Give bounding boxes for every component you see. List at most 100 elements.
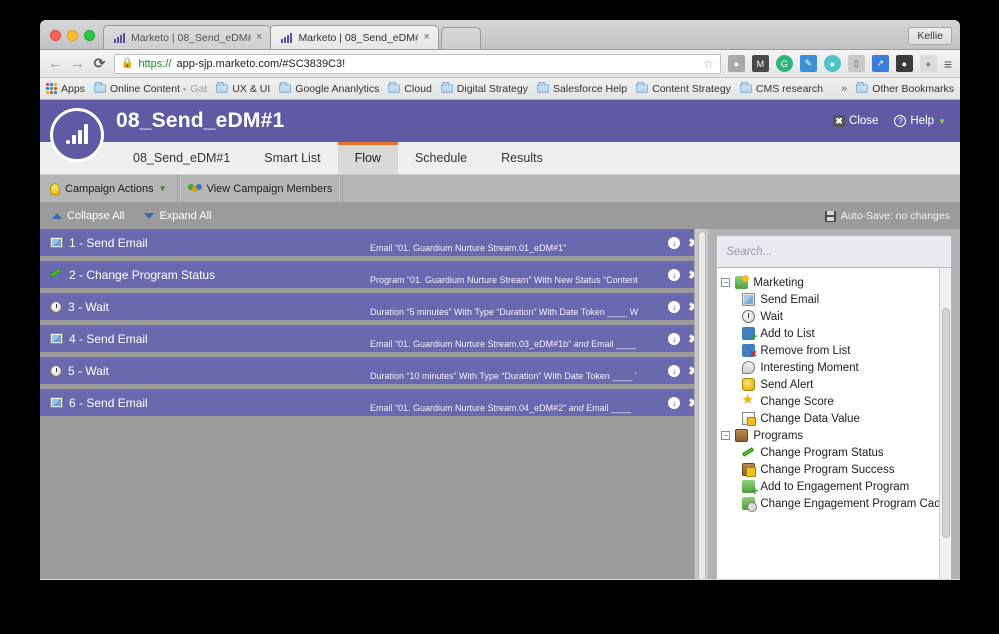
profile-chip[interactable]: Kellie	[908, 27, 952, 45]
programs-folder-icon	[735, 429, 749, 442]
palette-item-change-program-success[interactable]: Change Program Success	[717, 461, 951, 478]
tab-results[interactable]: Results	[484, 142, 560, 174]
tab-schedule[interactable]: Schedule	[398, 142, 484, 174]
folder-icon	[636, 82, 649, 93]
bookmark-google-analytics[interactable]: Google Ananlytics	[279, 82, 379, 95]
collapse-expander-icon[interactable]: −	[721, 278, 731, 287]
flow-pane-scrollbar-thumb[interactable]	[698, 231, 707, 579]
maximize-window-button[interactable]	[84, 30, 95, 41]
browser-tab-2-close-icon[interactable]: ×	[423, 32, 429, 43]
clock-icon	[50, 300, 62, 313]
palette-item-change-engagement-program-cadence[interactable]: Change Engagement Program Cade	[717, 495, 951, 512]
flow-step-4-header: 4 - Send Email	[40, 332, 370, 346]
bookmark-ux-ui[interactable]: UX & UI	[216, 82, 270, 95]
palette-vertical-scrollbar-thumb[interactable]	[942, 308, 950, 538]
palette-vertical-scrollbar[interactable]	[939, 268, 951, 579]
palette-item-add-to-engagement-program[interactable]: Add to Engagement Program	[717, 478, 951, 497]
new-tab-button[interactable]	[440, 27, 481, 49]
expand-icon[interactable]: ↗	[871, 55, 889, 72]
flow-step-row[interactable]: 3 - Wait Duration “5 minutes” With Type …	[40, 293, 709, 320]
browser-tab-1-close-icon[interactable]: ×	[256, 32, 262, 43]
app-tab-bar: 08_Send_eDM#1 Smart List Flow Schedule R…	[40, 142, 960, 175]
page-title: 08_Send_eDM#1	[116, 109, 285, 132]
flow-step-row[interactable]: 2 - Change Program Status Program “01. G…	[40, 261, 709, 288]
screencast-icon[interactable]: ▯	[847, 55, 865, 72]
app-header: 08_Send_eDM#1 ✖ Close ? Help ▼	[40, 100, 960, 142]
owl-icon[interactable]: ●	[895, 55, 913, 72]
palette-item-wait[interactable]: Wait	[717, 308, 951, 325]
tab-flow[interactable]: Flow	[337, 142, 399, 174]
flow-step-row[interactable]: 4 - Send Email Email “01. Guardium Nurtu…	[40, 325, 709, 352]
palette-group-marketing[interactable]: − Marketing	[717, 274, 951, 291]
change-score-icon	[741, 392, 755, 408]
browser-tab-strip: Marketo | 08_Send_eDM#1 × Marketo | 08_S…	[40, 20, 960, 50]
browser-window: Marketo | 08_Send_eDM#1 × Marketo | 08_S…	[40, 20, 960, 580]
flow-step-info-icon[interactable]: ↓	[668, 396, 681, 409]
address-bar[interactable]: 🔒 https:// app-sjp.marketo.com/#SC3839C3…	[114, 53, 721, 74]
help-button[interactable]: ? Help ▼	[894, 115, 946, 127]
flow-step-4-detail-tail: Email ____	[588, 339, 637, 349]
flow-step-info-icon[interactable]: ↓	[668, 364, 681, 377]
view-campaign-members-label: View Campaign Members	[206, 182, 333, 195]
palette-item-send-email[interactable]: Send Email	[717, 291, 951, 308]
bookmark-star-icon[interactable]: ☆	[703, 57, 714, 71]
browser-menu-icon[interactable]: ≡	[944, 57, 952, 71]
close-window-button[interactable]	[50, 30, 61, 41]
palette-search-input[interactable]: Search...	[716, 235, 952, 268]
reload-icon[interactable]: ⟳	[92, 55, 107, 72]
change-program-status-icon	[50, 268, 63, 281]
forward-icon[interactable]: →	[70, 55, 85, 72]
flow-step-info-icon[interactable]: ↓	[668, 236, 681, 249]
bookmarks-overflow-icon[interactable]: »	[841, 83, 847, 95]
flow-step-info-icon[interactable]: ↓	[668, 332, 681, 345]
bookmark-salesforce-help[interactable]: Salesforce Help	[536, 82, 627, 95]
bookmark-online-content[interactable]: Online Content - Gat	[93, 82, 207, 95]
palette-item-add-to-engagement-program-label: Add to Engagement Program	[760, 480, 910, 493]
campaign-actions-button[interactable]: Campaign Actions ▼	[40, 175, 178, 202]
shield-icon[interactable]: ●	[919, 55, 937, 72]
flow-action-palette: Search... − Marketing Send Email Wait + …	[708, 229, 960, 579]
ghostery-icon[interactable]: ●	[823, 55, 841, 72]
bookmark-cms-research[interactable]: CMS research	[739, 82, 824, 95]
flow-step-row[interactable]: 6 - Send Email Email “01. Guardium Nurtu…	[40, 389, 709, 416]
palette-item-change-program-status[interactable]: Change Program Status	[717, 444, 951, 461]
flow-step-row[interactable]: 1 - Send Email Email “01. Guardium Nurtu…	[40, 229, 709, 256]
collapse-all-button[interactable]: Collapse All	[52, 210, 124, 222]
flow-step-info-icon[interactable]: ↓	[668, 268, 681, 281]
flow-step-info-icon[interactable]: ↓	[668, 300, 681, 313]
gmail-icon[interactable]: M	[751, 55, 769, 72]
bookmark-other-bookmarks[interactable]: Other Bookmarks	[856, 82, 954, 95]
flow-step-2-title: 2 - Change Program Status	[69, 267, 216, 282]
tab-smart-list[interactable]: Smart List	[247, 142, 337, 174]
bookmark-digital-strategy[interactable]: Digital Strategy	[440, 82, 528, 95]
expand-all-button[interactable]: Expand All	[144, 210, 211, 222]
collapse-expander-icon[interactable]: −	[721, 431, 731, 440]
bookmark-content-strategy[interactable]: Content Strategy	[636, 82, 731, 95]
bookmark-cloud[interactable]: Cloud	[388, 82, 432, 95]
palette-item-interesting-moment[interactable]: Interesting Moment	[717, 359, 951, 376]
evernote-clipper-icon[interactable]: ✎	[799, 55, 817, 72]
close-button[interactable]: ✖ Close	[833, 115, 878, 127]
bookmark-cms-research-label: CMS research	[755, 82, 824, 95]
flow-toolbar: Collapse All Expand All Auto-Save: no ch…	[40, 203, 960, 229]
bookmark-apps[interactable]: Apps	[46, 83, 85, 95]
palette-item-change-data-value-label: Change Data Value	[760, 412, 860, 425]
camera-icon[interactable]: ●	[727, 55, 745, 72]
flow-step-6-detail-tail: Email ____	[583, 403, 632, 413]
clock-icon	[742, 310, 756, 323]
palette-item-change-score[interactable]: Change Score	[717, 392, 951, 410]
tab-08-send-edm1[interactable]: 08_Send_eDM#1	[116, 142, 247, 174]
view-campaign-members-button[interactable]: View Campaign Members	[178, 175, 344, 202]
palette-item-add-to-list[interactable]: Add to List	[717, 325, 951, 343]
back-icon[interactable]: ←	[48, 55, 63, 72]
browser-tab-1[interactable]: Marketo | 08_Send_eDM#1 ×	[103, 25, 272, 49]
browser-tab-2[interactable]: Marketo | 08_Send_eDM#1 ×	[270, 25, 439, 49]
palette-group-programs[interactable]: − Programs	[717, 427, 951, 444]
grammarly-icon[interactable]: G	[775, 55, 793, 72]
flow-step-row[interactable]: 5 - Wait Duration “10 minutes” With Type…	[40, 357, 709, 384]
flow-pane-scrollbar[interactable]	[694, 229, 709, 579]
window-traffic-lights	[48, 30, 103, 49]
palette-item-change-data-value[interactable]: Change Data Value	[717, 410, 951, 427]
minimize-window-button[interactable]	[67, 30, 78, 41]
palette-item-remove-from-list[interactable]: Remove from List	[717, 342, 951, 359]
